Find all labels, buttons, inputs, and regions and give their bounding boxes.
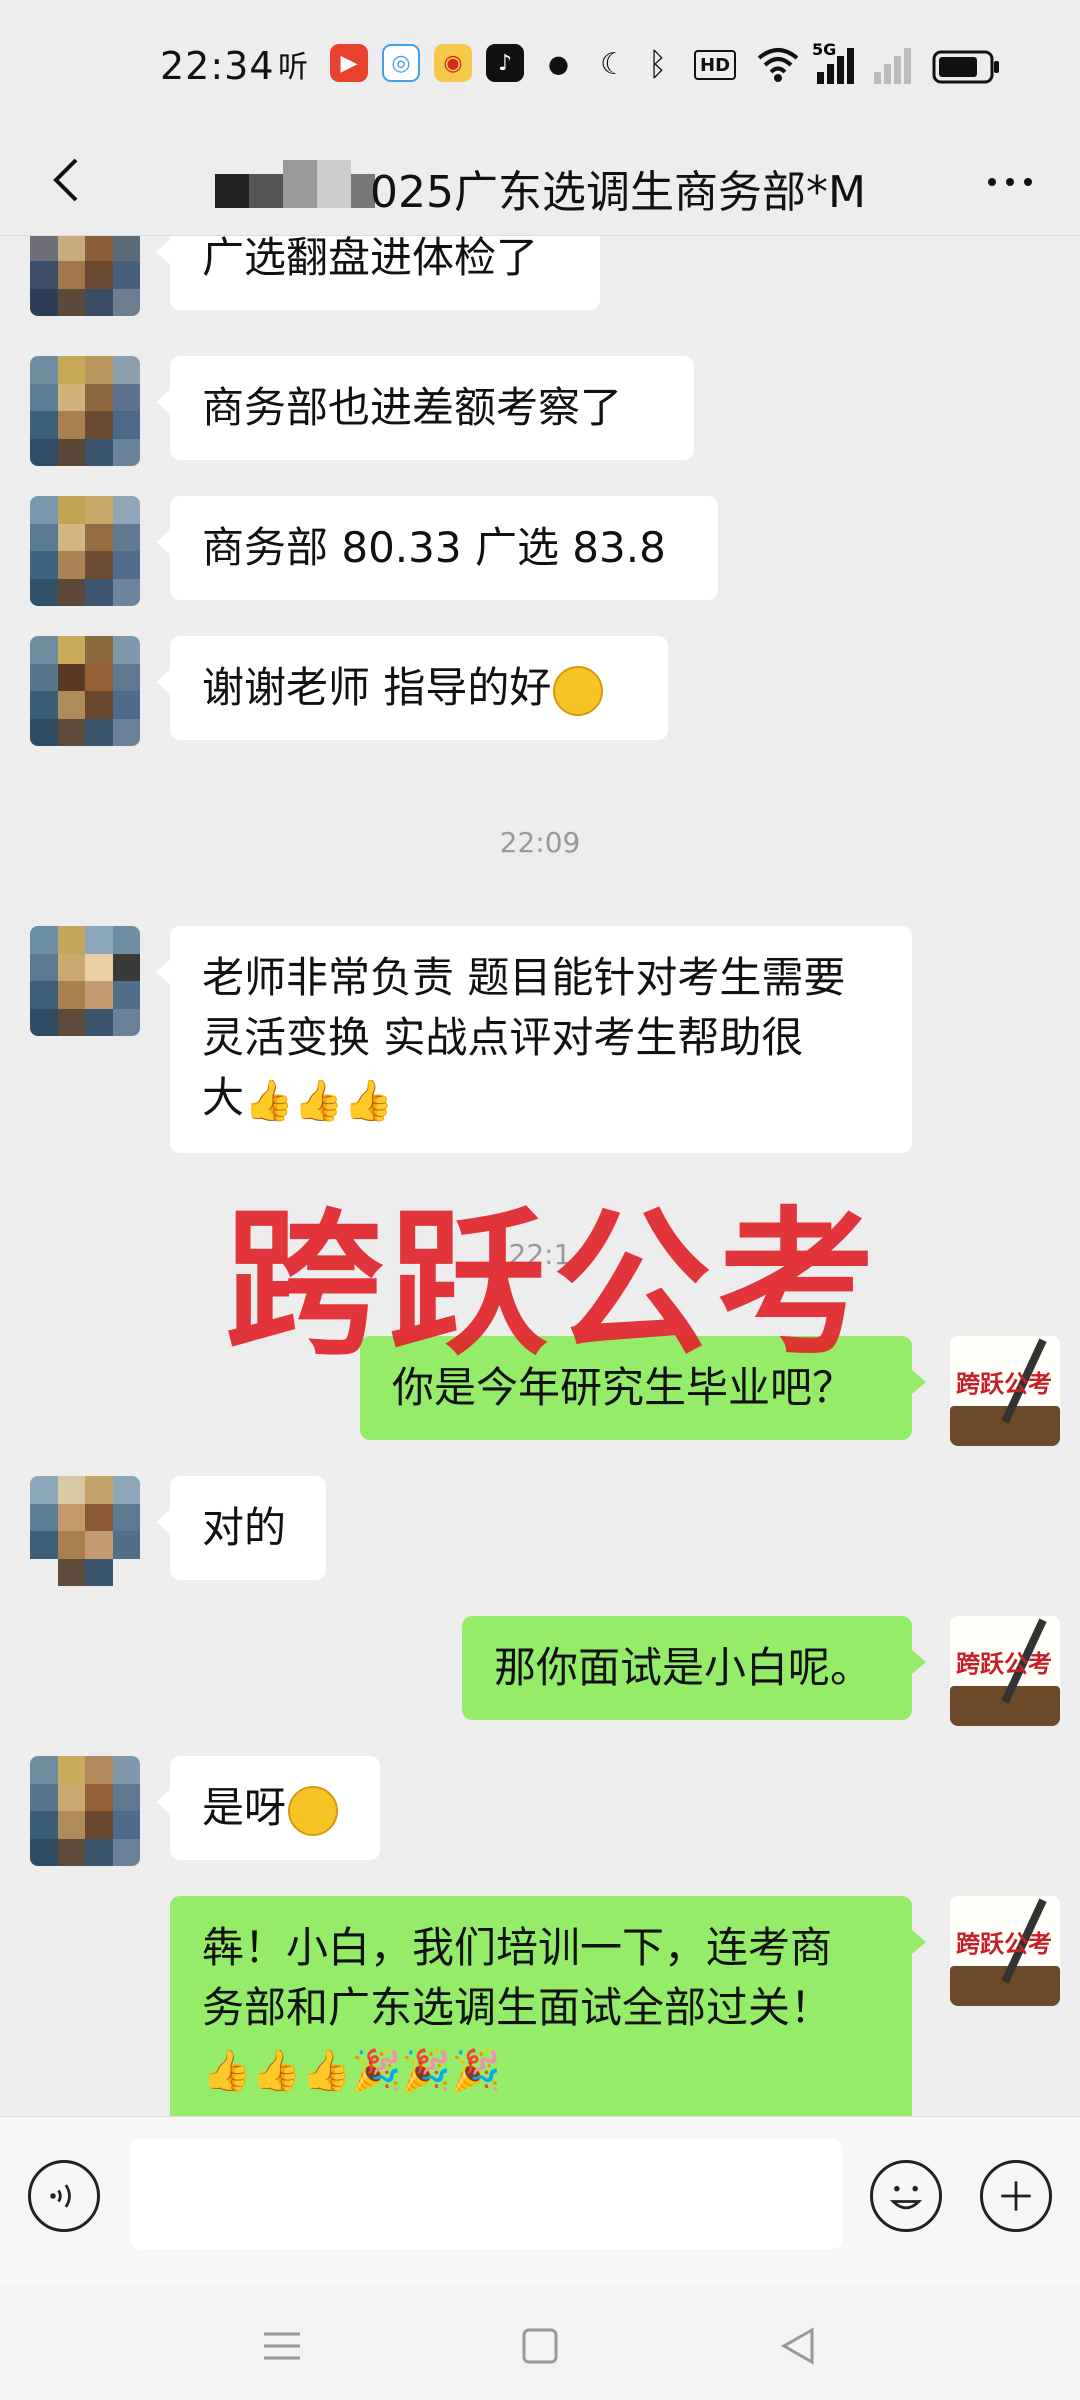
input-bar <box>0 2116 1080 2287</box>
chat-header: 025广东选调生商务部*M <box>0 130 1080 236</box>
watermark: 跨跃公考 <box>225 1193 881 1377</box>
chat-area[interactable]: 广选翻盘进体检了 商务部也进差额考察了 商务部 80.33 广选 83.8 谢谢… <box>0 236 1080 2116</box>
avatar[interactable] <box>30 496 140 606</box>
emoji-line: 👍👍👍🎉🎉🎉 <box>202 2038 880 2101</box>
smiley-icon[interactable] <box>870 2160 942 2232</box>
bluetooth-icon: ᛒ <box>648 45 668 83</box>
thumbs-up-icon: 👍 <box>293 1077 344 1124</box>
plus-icon[interactable] <box>980 2160 1052 2232</box>
chevron-left-icon[interactable] <box>40 150 100 210</box>
back-triangle-icon[interactable] <box>768 2316 828 2376</box>
message-line-with-emoji: 大👍👍👍 <box>202 1068 880 1131</box>
thumbs-up-icon: 👍 <box>251 2047 302 2094</box>
message-bubble[interactable]: 谢谢老师 指导的好 <box>156 636 668 740</box>
hd-icon: HD <box>694 50 737 80</box>
logo-text: 跨跃公考 <box>956 1930 1052 1958</box>
more-dots-icon[interactable] <box>980 152 1040 212</box>
timestamp: 22:09 <box>499 826 581 859</box>
ting-app-icon: 听 <box>278 50 308 85</box>
dot-icon: ● <box>548 50 569 78</box>
message-bubble[interactable]: 对的 <box>156 1476 326 1580</box>
message-bubble[interactable]: 那你面试是小白呢。 <box>462 1616 926 1720</box>
message-bubble[interactable]: 商务部 80.33 广选 83.8 <box>156 496 718 600</box>
my-avatar[interactable]: 跨跃公考 <box>950 1616 1060 1726</box>
message-line: 老师非常负责 题目能针对考生需要 <box>202 953 846 1002</box>
5g-signal-icon <box>817 48 854 84</box>
message-line: 犇！小白，我们培训一下，连考商 <box>202 1923 833 1972</box>
title-blurred-region <box>215 160 375 208</box>
avatar[interactable] <box>30 926 140 1036</box>
thumbs-up-icon: 👍 <box>202 2047 252 2094</box>
message-bubble[interactable]: 老师非常负责 题目能针对考生需要 灵活变换 实战点评对考生帮助很 大👍👍👍 <box>156 926 912 1153</box>
chat-title: 025广东选调生商务部*M <box>370 167 866 218</box>
message-input[interactable] <box>130 2139 842 2249</box>
thumbs-up-icon: 👍 <box>301 2047 352 2094</box>
home-square-icon[interactable] <box>510 2316 570 2376</box>
my-avatar[interactable]: 跨跃公考 <box>950 1896 1060 2006</box>
wifi-icon <box>757 48 799 82</box>
grin-emoji-icon <box>288 1785 339 1836</box>
video-app-icon: ▶ <box>330 44 368 82</box>
system-nav-bar <box>0 2286 1080 2400</box>
message-bubble[interactable]: 犇！小白，我们培训一下，连考商 务部和广东选调生面试全部过关！ 👍👍👍🎉🎉🎉 <box>170 1896 926 2116</box>
my-avatar[interactable]: 跨跃公考 <box>950 1336 1060 1446</box>
party-popper-icon: 🎉 <box>351 2047 402 2094</box>
message-line: 灵活变换 实战点评对考生帮助很 <box>202 1013 804 1062</box>
sim2-signal-icon <box>874 48 911 84</box>
thumbs-up-icon: 👍 <box>244 1077 294 1124</box>
avatar[interactable] <box>30 236 140 316</box>
status-time: 22:34 <box>160 44 275 88</box>
voice-icon[interactable] <box>28 2160 100 2232</box>
message-bubble[interactable]: 商务部也进差额考察了 <box>156 356 694 460</box>
party-popper-icon: 🎉 <box>451 2047 501 2094</box>
thumbs-up-icon: 👍 <box>343 1077 394 1124</box>
message-text: 谢谢老师 指导的好 <box>202 663 552 712</box>
grin-emoji-icon <box>553 665 604 716</box>
message-line: 大 <box>202 1073 245 1122</box>
avatar[interactable] <box>30 1756 140 1866</box>
moon-icon: ☾ <box>600 46 627 82</box>
logo-text: 跨跃公考 <box>956 1370 1052 1398</box>
party-popper-icon: 🎉 <box>401 2047 452 2094</box>
avatar[interactable] <box>30 1476 140 1586</box>
menu-icon[interactable] <box>252 2316 312 2376</box>
message-text: 是呀 <box>202 1783 287 1832</box>
tiktok-icon: ♪ <box>486 44 524 82</box>
message-bubble[interactable]: 是呀 <box>156 1756 380 1860</box>
logo-text: 跨跃公考 <box>956 1650 1052 1678</box>
avatar[interactable] <box>30 636 140 746</box>
status-bar: 22:34 听 ▶ ◎ ◉ ♪ ● ☾ ᛒ HD 5G <box>0 0 1080 130</box>
battery-icon <box>932 50 999 84</box>
weibo-icon: ◉ <box>434 44 472 82</box>
message-bubble[interactable]: 广选翻盘进体检了 <box>156 236 600 310</box>
message-line: 务部和广东选调生面试全部过关！ <box>202 1983 833 2032</box>
browser-app-icon: ◎ <box>382 44 420 82</box>
avatar[interactable] <box>30 356 140 466</box>
